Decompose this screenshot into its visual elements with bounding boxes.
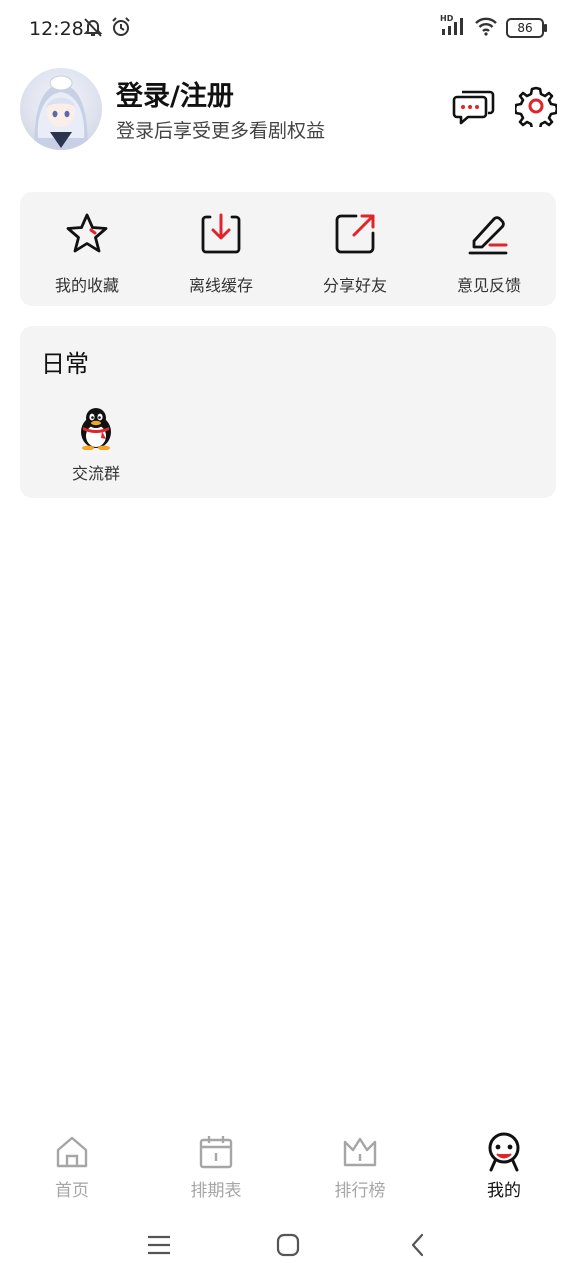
chat-group-label: 交流群 xyxy=(71,464,120,483)
quick-actions-card: 我的收藏 离线缓存 分享好友 意见反馈 xyxy=(20,192,556,306)
status-time: 12:28 xyxy=(29,18,84,40)
home-icon xyxy=(52,1132,92,1172)
star-icon xyxy=(63,210,111,258)
menu-lines-icon xyxy=(146,1234,172,1260)
gear-icon xyxy=(513,85,559,132)
profile-face-icon xyxy=(484,1132,524,1172)
share-friends-button[interactable]: 分享好友 xyxy=(288,192,422,306)
qq-penguin-icon xyxy=(76,406,116,454)
edit-feedback-icon xyxy=(465,210,513,258)
tab-schedule-label: 排期表 xyxy=(190,1181,242,1201)
home-system-button[interactable] xyxy=(273,1232,303,1262)
status-bar: 12:28 HD 86 xyxy=(0,0,576,60)
tab-home-label: 首页 xyxy=(55,1181,89,1201)
offline-cache-button[interactable]: 离线缓存 xyxy=(154,192,288,306)
mute-bell-icon xyxy=(82,16,104,42)
tab-mine-label: 我的 xyxy=(487,1181,521,1201)
bottom-tab-bar: 首页 排期表 排行榜 我的 xyxy=(0,1132,576,1212)
back-button[interactable] xyxy=(403,1232,433,1262)
tab-home[interactable]: 首页 xyxy=(0,1132,144,1212)
offline-cache-label: 离线缓存 xyxy=(188,276,253,295)
tab-schedule[interactable]: 排期表 xyxy=(144,1132,288,1212)
battery-indicator: 86 xyxy=(506,18,547,38)
favorites-button[interactable]: 我的收藏 xyxy=(20,192,154,306)
menu-button[interactable] xyxy=(144,1232,174,1262)
tab-ranking-label: 排行榜 xyxy=(334,1181,386,1201)
messages-button[interactable] xyxy=(450,84,498,132)
login-title[interactable]: 登录/注册 xyxy=(116,74,234,113)
feedback-button[interactable]: 意见反馈 xyxy=(422,192,556,306)
daily-card: 日常 交流群 xyxy=(20,326,556,498)
download-icon xyxy=(197,210,245,258)
tab-ranking[interactable]: 排行榜 xyxy=(288,1132,432,1212)
calendar-icon xyxy=(196,1132,236,1172)
settings-button[interactable] xyxy=(512,84,560,132)
chat-bubble-icon xyxy=(452,86,496,130)
signal-icon: HD xyxy=(440,14,466,40)
crown-icon xyxy=(340,1132,380,1172)
alarm-icon xyxy=(110,16,132,42)
login-subtitle: 登录后享受更多看剧权益 xyxy=(116,120,326,142)
system-nav-bar xyxy=(0,1224,576,1268)
tab-mine[interactable]: 我的 xyxy=(432,1132,576,1212)
network-type-label: HD xyxy=(440,14,454,23)
daily-title: 日常 xyxy=(41,350,89,378)
wifi-icon xyxy=(474,16,498,40)
square-icon xyxy=(276,1233,300,1261)
feedback-label: 意见反馈 xyxy=(456,276,521,295)
chat-group-button[interactable]: 交流群 xyxy=(64,406,128,484)
favorites-label: 我的收藏 xyxy=(54,276,119,295)
avatar[interactable] xyxy=(20,68,102,150)
share-icon xyxy=(331,210,379,258)
chevron-left-icon xyxy=(409,1233,427,1261)
share-friends-label: 分享好友 xyxy=(322,276,387,295)
